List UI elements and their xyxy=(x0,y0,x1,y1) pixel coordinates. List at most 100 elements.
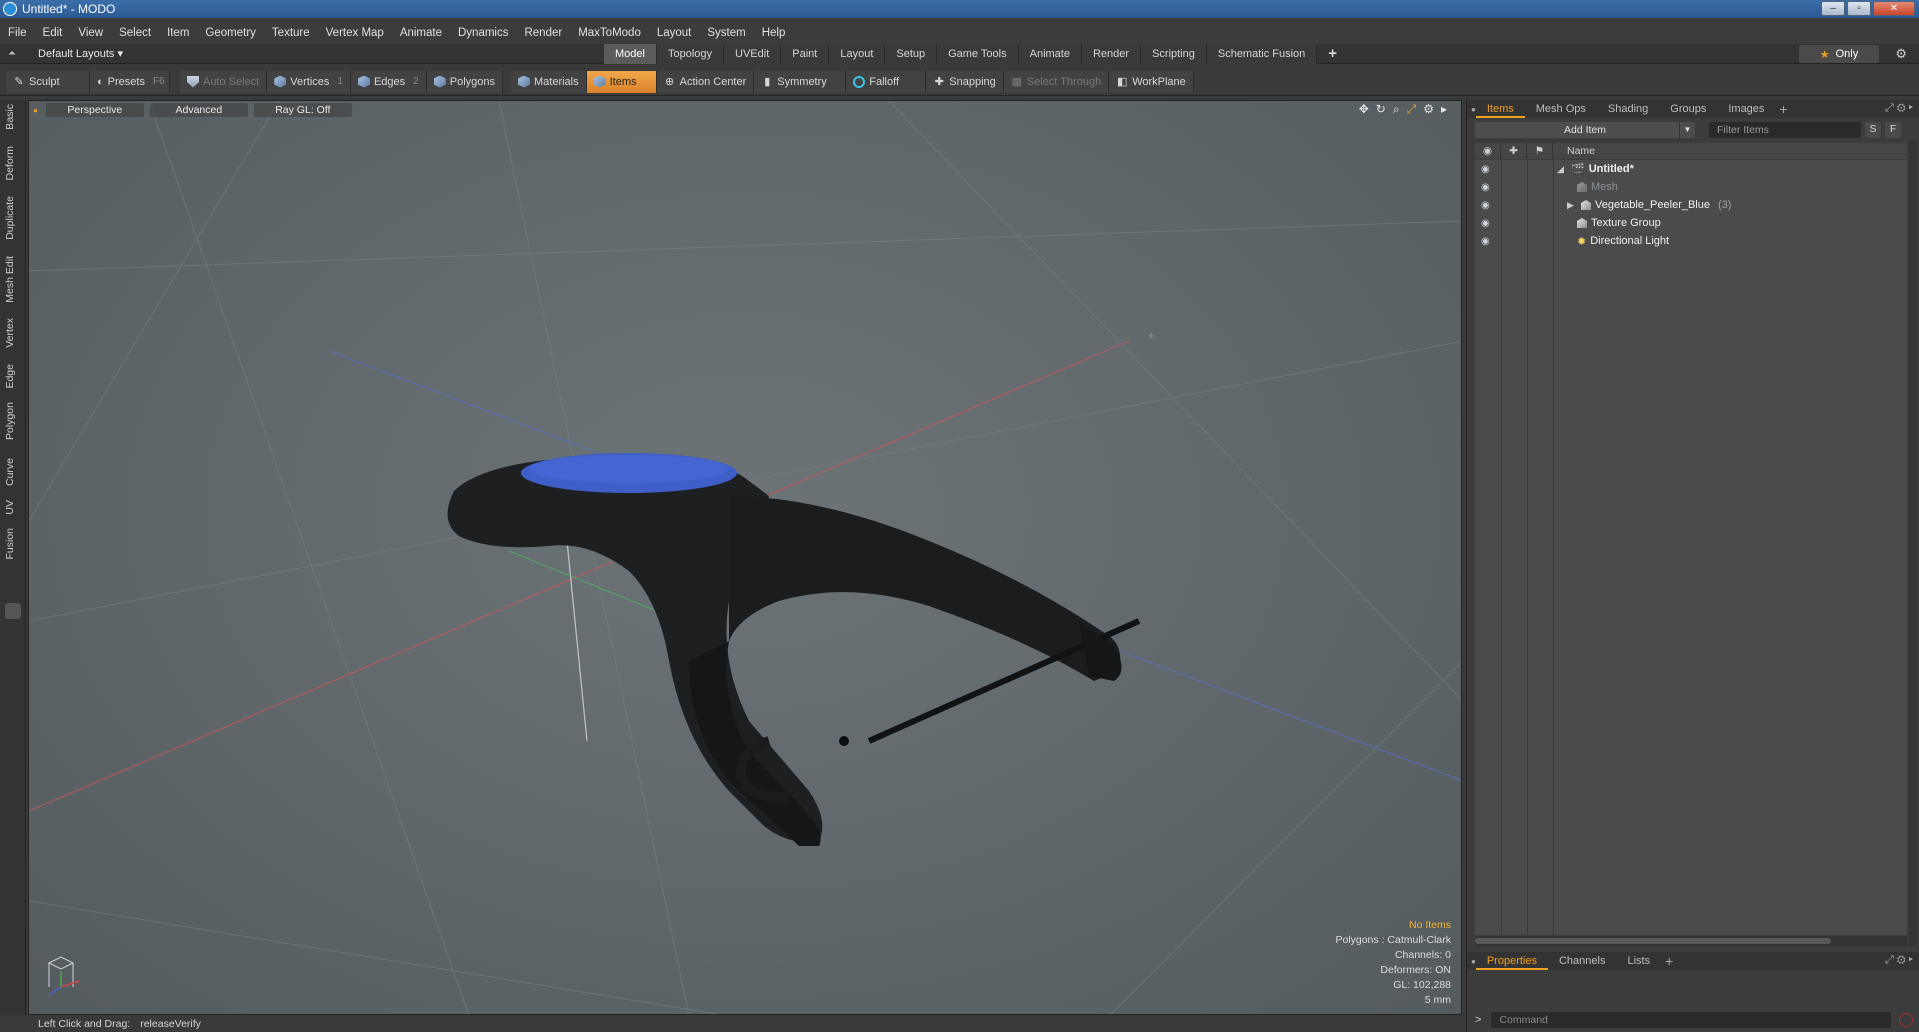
add-tab-button[interactable]: + xyxy=(1317,44,1348,64)
tab-paint[interactable]: Paint xyxy=(781,44,830,64)
tab-shading[interactable]: Shading xyxy=(1597,100,1659,118)
3d-viewport[interactable]: + ● Perspective Advanced Ray GL: Off ✥ ↻… xyxy=(28,100,1462,1015)
chevron-down-icon[interactable]: ▼ xyxy=(1679,122,1695,138)
pan-icon[interactable]: ✥ xyxy=(1359,102,1369,117)
action-center-button[interactable]: ⊕ Action Center xyxy=(656,70,755,93)
eye-icon[interactable]: ◉ xyxy=(1481,218,1495,229)
menu-item[interactable]: Item xyxy=(159,27,197,39)
menu-geometry[interactable]: Geometry xyxy=(197,27,264,39)
tab-model[interactable]: Model xyxy=(604,44,657,64)
polygons-button[interactable]: Polygons xyxy=(426,70,503,93)
perspective-button[interactable]: Perspective xyxy=(45,103,144,117)
eye-icon[interactable]: ◉ xyxy=(1481,182,1495,193)
tab-setup[interactable]: Setup xyxy=(885,44,938,64)
raygl-button[interactable]: Ray GL: Off xyxy=(253,103,352,117)
menu-view[interactable]: View xyxy=(70,27,111,39)
add-panel-tab-button[interactable]: + xyxy=(1775,100,1791,118)
auto-select-button[interactable]: Auto Select xyxy=(180,70,268,93)
menu-maxtomodo[interactable]: MaxToModo xyxy=(570,27,649,39)
tab-game-tools[interactable]: Game Tools xyxy=(937,44,1019,64)
tab-lists[interactable]: Lists xyxy=(1616,952,1661,970)
vtab-mesh-edit[interactable]: Mesh Edit xyxy=(4,256,16,303)
tab-properties[interactable]: Properties xyxy=(1475,952,1548,970)
minimize-icon[interactable]: – xyxy=(1821,1,1845,16)
eye-icon[interactable]: ◉ xyxy=(1481,236,1495,247)
only-toggle[interactable]: ★ Only xyxy=(1799,45,1879,63)
vtab-basic[interactable]: Basic xyxy=(4,104,16,130)
gear-icon[interactable]: ⚙ xyxy=(1895,46,1907,62)
menu-layout[interactable]: Layout xyxy=(649,27,700,39)
record-icon[interactable] xyxy=(1899,1013,1914,1027)
left-panel-toggle[interactable] xyxy=(5,603,21,619)
viewport-settings-icon[interactable]: ⚙ xyxy=(1423,102,1434,117)
tab-animate[interactable]: Animate xyxy=(1018,44,1082,64)
name-column-header[interactable]: Name xyxy=(1553,145,1595,157)
filter-items-input[interactable]: Filter Items xyxy=(1709,122,1861,138)
vtab-vertex[interactable]: Vertex xyxy=(4,318,16,348)
list-item-peeler[interactable]: ◉ ▶ Vegetable_Peeler_Blue (3) xyxy=(1475,196,1907,214)
rotate-icon[interactable]: ↻ xyxy=(1376,102,1386,117)
list-item-mesh[interactable]: ◉ Mesh xyxy=(1475,178,1907,196)
menu-animate[interactable]: Animate xyxy=(392,27,450,39)
tab-channels[interactable]: Channels xyxy=(1548,952,1616,970)
materials-button[interactable]: Materials xyxy=(511,70,587,93)
menu-dynamics[interactable]: Dynamics xyxy=(450,27,516,39)
tab-render[interactable]: Render xyxy=(1081,44,1142,64)
vtab-deform[interactable]: Deform xyxy=(4,146,16,180)
render-column-icon[interactable]: ⚑ xyxy=(1527,143,1553,159)
symmetry-button[interactable]: ▮ Symmetry xyxy=(754,70,847,93)
list-item-directional-light[interactable]: ◉ ✹ Directional Light xyxy=(1475,232,1907,250)
command-input[interactable]: Command xyxy=(1491,1012,1892,1028)
vertices-button[interactable]: Vertices 1 xyxy=(267,70,351,93)
menu-vertex-map[interactable]: Vertex Map xyxy=(318,27,392,39)
viewport-expand-icon[interactable]: ▸ xyxy=(1441,102,1447,117)
zoom-icon[interactable]: ⌕ xyxy=(1393,102,1400,117)
lock-column-icon[interactable]: ✚ xyxy=(1501,143,1527,159)
vtab-curve[interactable]: Curve xyxy=(4,458,16,486)
collapse-arrow-icon[interactable]: ◢ xyxy=(1557,164,1567,175)
tab-groups[interactable]: Groups xyxy=(1659,100,1717,118)
eye-icon[interactable]: ◉ xyxy=(1481,200,1495,211)
filter-f-button[interactable]: F xyxy=(1885,122,1901,138)
edges-button[interactable]: Edges 2 xyxy=(350,70,427,93)
vtab-polygon[interactable]: Polygon xyxy=(4,402,16,440)
falloff-button[interactable]: Falloff xyxy=(846,70,927,93)
list-item-scene[interactable]: ◉ ◢ 🎬 Untitled* xyxy=(1475,160,1907,178)
menu-edit[interactable]: Edit xyxy=(35,27,71,39)
expand-arrow-icon[interactable]: ▶ xyxy=(1567,200,1577,211)
menu-select[interactable]: Select xyxy=(111,27,159,39)
filter-s-button[interactable]: S xyxy=(1865,122,1881,138)
vtab-fusion[interactable]: Fusion xyxy=(4,528,16,560)
presets-button[interactable]: ◐ Presets F6 xyxy=(90,70,170,93)
add-properties-tab-button[interactable]: + xyxy=(1661,952,1677,970)
item-list-vscrollbar[interactable] xyxy=(1909,140,1917,946)
eye-icon[interactable]: ◉ xyxy=(1481,164,1495,175)
fit-icon[interactable]: ⤢ xyxy=(1407,102,1417,117)
item-list-hscrollbar[interactable] xyxy=(1475,936,1907,946)
layout-toggle-icon[interactable]: ⏶ xyxy=(8,48,22,59)
menu-file[interactable]: File xyxy=(0,27,35,39)
close-icon[interactable]: ✕ xyxy=(1873,1,1915,16)
tab-scripting[interactable]: Scripting xyxy=(1141,44,1207,64)
tab-mesh-ops[interactable]: Mesh Ops xyxy=(1525,100,1597,118)
advanced-button[interactable]: Advanced xyxy=(149,103,248,117)
viewport-menu-icon[interactable]: ● xyxy=(33,106,38,115)
maximize-icon[interactable]: ▫ xyxy=(1847,1,1871,16)
vegetable-peeler-model[interactable] xyxy=(447,453,1141,846)
list-item-texture-group[interactable]: ◉ Texture Group xyxy=(1475,214,1907,232)
vtab-uv[interactable]: UV xyxy=(4,500,16,515)
select-through-button[interactable]: ▦ Select Through xyxy=(1003,70,1110,93)
tab-images[interactable]: Images xyxy=(1717,100,1775,118)
items-button[interactable]: Items xyxy=(586,70,657,93)
workplane-button[interactable]: ◧ WorkPlane xyxy=(1109,70,1194,93)
vtab-duplicate[interactable]: Duplicate xyxy=(4,196,16,240)
menu-system[interactable]: System xyxy=(699,27,753,39)
visibility-column-icon[interactable]: ◉ xyxy=(1475,143,1501,159)
tab-topology[interactable]: Topology xyxy=(656,44,725,64)
default-layouts-dropdown[interactable]: Default Layouts ▾ xyxy=(38,47,123,60)
menu-texture[interactable]: Texture xyxy=(264,27,318,39)
tab-uvedit[interactable]: UVEdit xyxy=(724,44,782,64)
menu-help[interactable]: Help xyxy=(754,27,794,39)
panel-expand-icon[interactable]: ⤢ ⚙ ▸ xyxy=(1885,102,1913,115)
add-item-button[interactable]: Add Item ▼ xyxy=(1475,122,1695,138)
